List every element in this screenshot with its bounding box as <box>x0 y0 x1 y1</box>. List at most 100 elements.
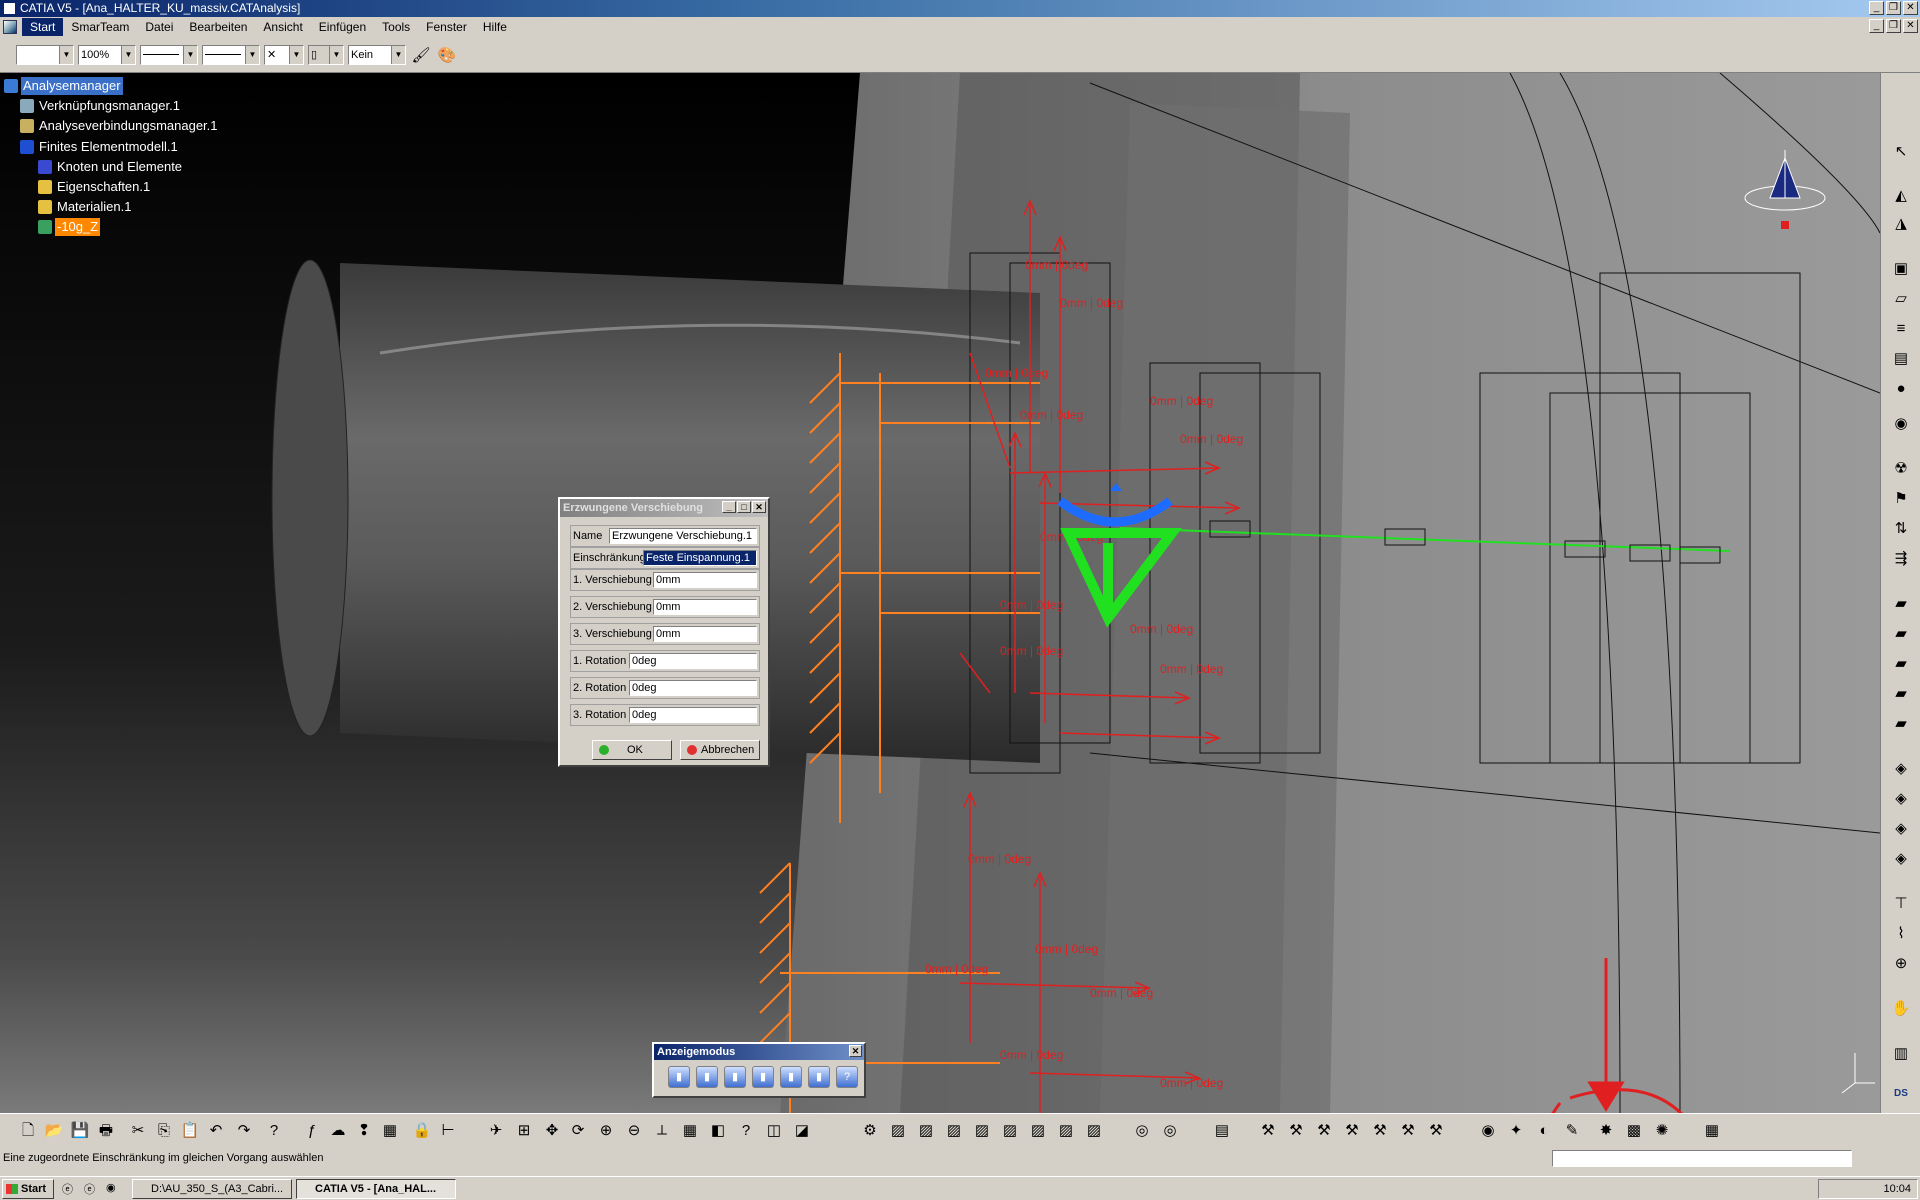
display-mode-6-icon[interactable]: ▮ <box>808 1066 830 1088</box>
catia-app-icon[interactable] <box>3 2 16 15</box>
table-view-icon[interactable]: ▦ <box>1700 1119 1724 1143</box>
traffic-light-icon[interactable]: ● <box>1890 378 1912 400</box>
image-edit-icon[interactable]: ✎ <box>1560 1119 1584 1143</box>
compute-icon[interactable]: ⚙ <box>858 1119 882 1143</box>
image-3-icon[interactable]: ▨ <box>942 1119 966 1143</box>
rotation-1-input[interactable]: 0deg <box>629 653 757 669</box>
save-icon[interactable]: 💾 <box>68 1119 92 1143</box>
layers-icon[interactable]: ≡ <box>1890 318 1912 340</box>
transparency-combo[interactable]: 100% ▼ <box>78 44 136 65</box>
image-8-icon[interactable]: ▨ <box>1082 1119 1106 1143</box>
quicklaunch-media-icon[interactable]: ◉ <box>106 1181 116 1194</box>
display-mode-title-bar[interactable]: Anzeigemodus ✕ <box>654 1044 864 1060</box>
tool-5-icon[interactable]: ⚒ <box>1368 1119 1392 1143</box>
rotation-2-input[interactable]: 0deg <box>629 680 757 696</box>
constraint-field[interactable]: Feste Einspannung.1 <box>643 550 757 566</box>
tree-item-knoten-und-elemente[interactable]: Knoten und Elemente <box>38 158 184 176</box>
surface-4-icon[interactable]: ▰ <box>1890 683 1912 705</box>
close-icon[interactable]: ✕ <box>1903 1 1918 15</box>
swap-visible-icon[interactable]: ◪ <box>790 1119 814 1143</box>
sensor-icon[interactable]: ◐ <box>1532 1119 1556 1143</box>
task-catia[interactable]: CATIA V5 - [Ana_HAL... <box>296 1179 456 1199</box>
render-style-combo[interactable]: ▯ ▼ <box>308 44 344 65</box>
fit-all-icon[interactable]: ⊞ <box>512 1119 536 1143</box>
rotation-3-input[interactable]: 0deg <box>629 707 757 723</box>
displacement-2-input[interactable]: 0mm <box>653 599 757 615</box>
quicklaunch-ie-icon[interactable]: ⓔ <box>62 1181 73 1197</box>
doc-restore-icon[interactable]: ❐ <box>1886 19 1901 33</box>
mesh-4-icon[interactable]: ◈ <box>1890 848 1912 870</box>
cut-icon[interactable]: ✂ <box>126 1119 150 1143</box>
menu-bearbeiten[interactable]: Bearbeiten <box>181 18 255 36</box>
display-mode-1-icon[interactable]: ▮ <box>668 1066 690 1088</box>
image-5-icon[interactable]: ▨ <box>998 1119 1022 1143</box>
tree-item-finites-elementmodell[interactable]: Finites Elementmodell.1 <box>20 138 180 156</box>
tree-item-analyseverbindungsmanager[interactable]: Analyseverbindungsmanager.1 <box>20 117 220 135</box>
menu-hilfe[interactable]: Hilfe <box>475 18 515 36</box>
command-input[interactable] <box>1552 1150 1852 1167</box>
tool-3-icon[interactable]: ⚒ <box>1312 1119 1336 1143</box>
formula-icon[interactable]: ƒ <box>300 1119 324 1143</box>
plane-icon[interactable]: ▱ <box>1890 288 1912 310</box>
menu-einfuegen[interactable]: Einfügen <box>311 18 374 36</box>
multi-view-icon[interactable]: ▦ <box>678 1119 702 1143</box>
tree-toggle-icon[interactable]: ⊢ <box>436 1119 460 1143</box>
display-mode-3-icon[interactable]: ▮ <box>724 1066 746 1088</box>
connection-icon[interactable]: ⊕ <box>1890 953 1912 975</box>
color-map-icon[interactable]: ▩ <box>1622 1119 1646 1143</box>
help-icon[interactable]: ? <box>836 1066 858 1088</box>
load-icon[interactable]: ☢ <box>1890 458 1912 480</box>
iso-view-icon[interactable]: ◧ <box>706 1119 730 1143</box>
image-7-icon[interactable]: ▨ <box>1054 1119 1078 1143</box>
display-mode-4-icon[interactable]: ▮ <box>752 1066 774 1088</box>
deformation-icon[interactable]: ✸ <box>1594 1119 1618 1143</box>
menu-datei[interactable]: Datei <box>137 18 181 36</box>
menu-smarteam[interactable]: SmarTeam <box>63 18 137 36</box>
paste-icon[interactable]: 📋 <box>178 1119 202 1143</box>
mesh-3-icon[interactable]: ◈ <box>1890 818 1912 840</box>
whats-this-icon[interactable]: ? <box>262 1119 286 1143</box>
image-1-icon[interactable]: ▨ <box>886 1119 910 1143</box>
quicklaunch-ie2-icon[interactable]: ⓔ <box>84 1181 95 1197</box>
bulb-icon[interactable]: ❢ <box>352 1119 376 1143</box>
clamp-icon[interactable]: ◭ <box>1890 185 1912 207</box>
undo-icon[interactable]: ↶ <box>204 1119 228 1143</box>
normal-view-icon[interactable]: ⟂ <box>650 1119 674 1143</box>
restore-icon[interactable]: ❐ <box>1886 1 1901 15</box>
line-thickness-combo[interactable]: ▼ <box>140 44 198 65</box>
displacement-1-input[interactable]: 0mm <box>653 572 757 588</box>
copy-icon[interactable]: ⎘ <box>152 1119 176 1143</box>
solver-icon[interactable]: ✦ <box>1504 1119 1528 1143</box>
tree-item-verknuepfungsmanager[interactable]: Verknüpfungsmanager.1 <box>20 97 182 115</box>
surface-2-icon[interactable]: ▰ <box>1890 623 1912 645</box>
close-icon[interactable]: ✕ <box>849 1045 862 1057</box>
cube-icon[interactable]: ▣ <box>1890 258 1912 280</box>
force-icon[interactable]: ⚑ <box>1890 488 1912 510</box>
minimize-icon[interactable]: _ <box>722 501 736 513</box>
tree-item-eigenschaften[interactable]: Eigenschaften.1 <box>38 178 152 196</box>
hand-icon[interactable]: ✋ <box>1890 998 1912 1020</box>
display-mode-5-icon[interactable]: ▮ <box>780 1066 802 1088</box>
3d-viewport[interactable]: 0mm | 0deg 0mm | 0deg 0mm | 0deg 0mm | 0… <box>0 73 1880 1113</box>
menu-tools[interactable]: Tools <box>374 18 418 36</box>
menu-start[interactable]: Start <box>22 18 64 36</box>
tree-item-load-case[interactable]: -10g_Z <box>38 218 101 236</box>
name-field[interactable]: Erzwungene Verschiebung.1 <box>609 528 757 544</box>
menu-fenster[interactable]: Fenster <box>418 18 475 36</box>
zoom-in-icon[interactable]: ⊕ <box>594 1119 618 1143</box>
pressure-icon[interactable]: ⇶ <box>1890 548 1912 570</box>
plot-icon[interactable]: ▥ <box>1890 1043 1912 1065</box>
tree-item-analysemanager[interactable]: Analysemanager <box>4 77 123 95</box>
sphere-icon[interactable]: ◉ <box>1890 413 1912 435</box>
analysis-2-icon[interactable]: ◎ <box>1158 1119 1182 1143</box>
surface-1-icon[interactable]: ▰ <box>1890 593 1912 615</box>
pan-icon[interactable]: ✥ <box>540 1119 564 1143</box>
image-2-icon[interactable]: ▨ <box>914 1119 938 1143</box>
print-icon[interactable]: 🖶 <box>94 1119 118 1143</box>
knowledge-icon[interactable]: ☁ <box>326 1119 350 1143</box>
hide-show-icon[interactable]: ◫ <box>762 1119 786 1143</box>
displacement-3-input[interactable]: 0mm <box>653 626 757 642</box>
rotate-icon[interactable]: ⟳ <box>566 1119 590 1143</box>
line-type-combo[interactable]: ▼ <box>202 44 260 65</box>
moment-icon[interactable]: ⇅ <box>1890 518 1912 540</box>
